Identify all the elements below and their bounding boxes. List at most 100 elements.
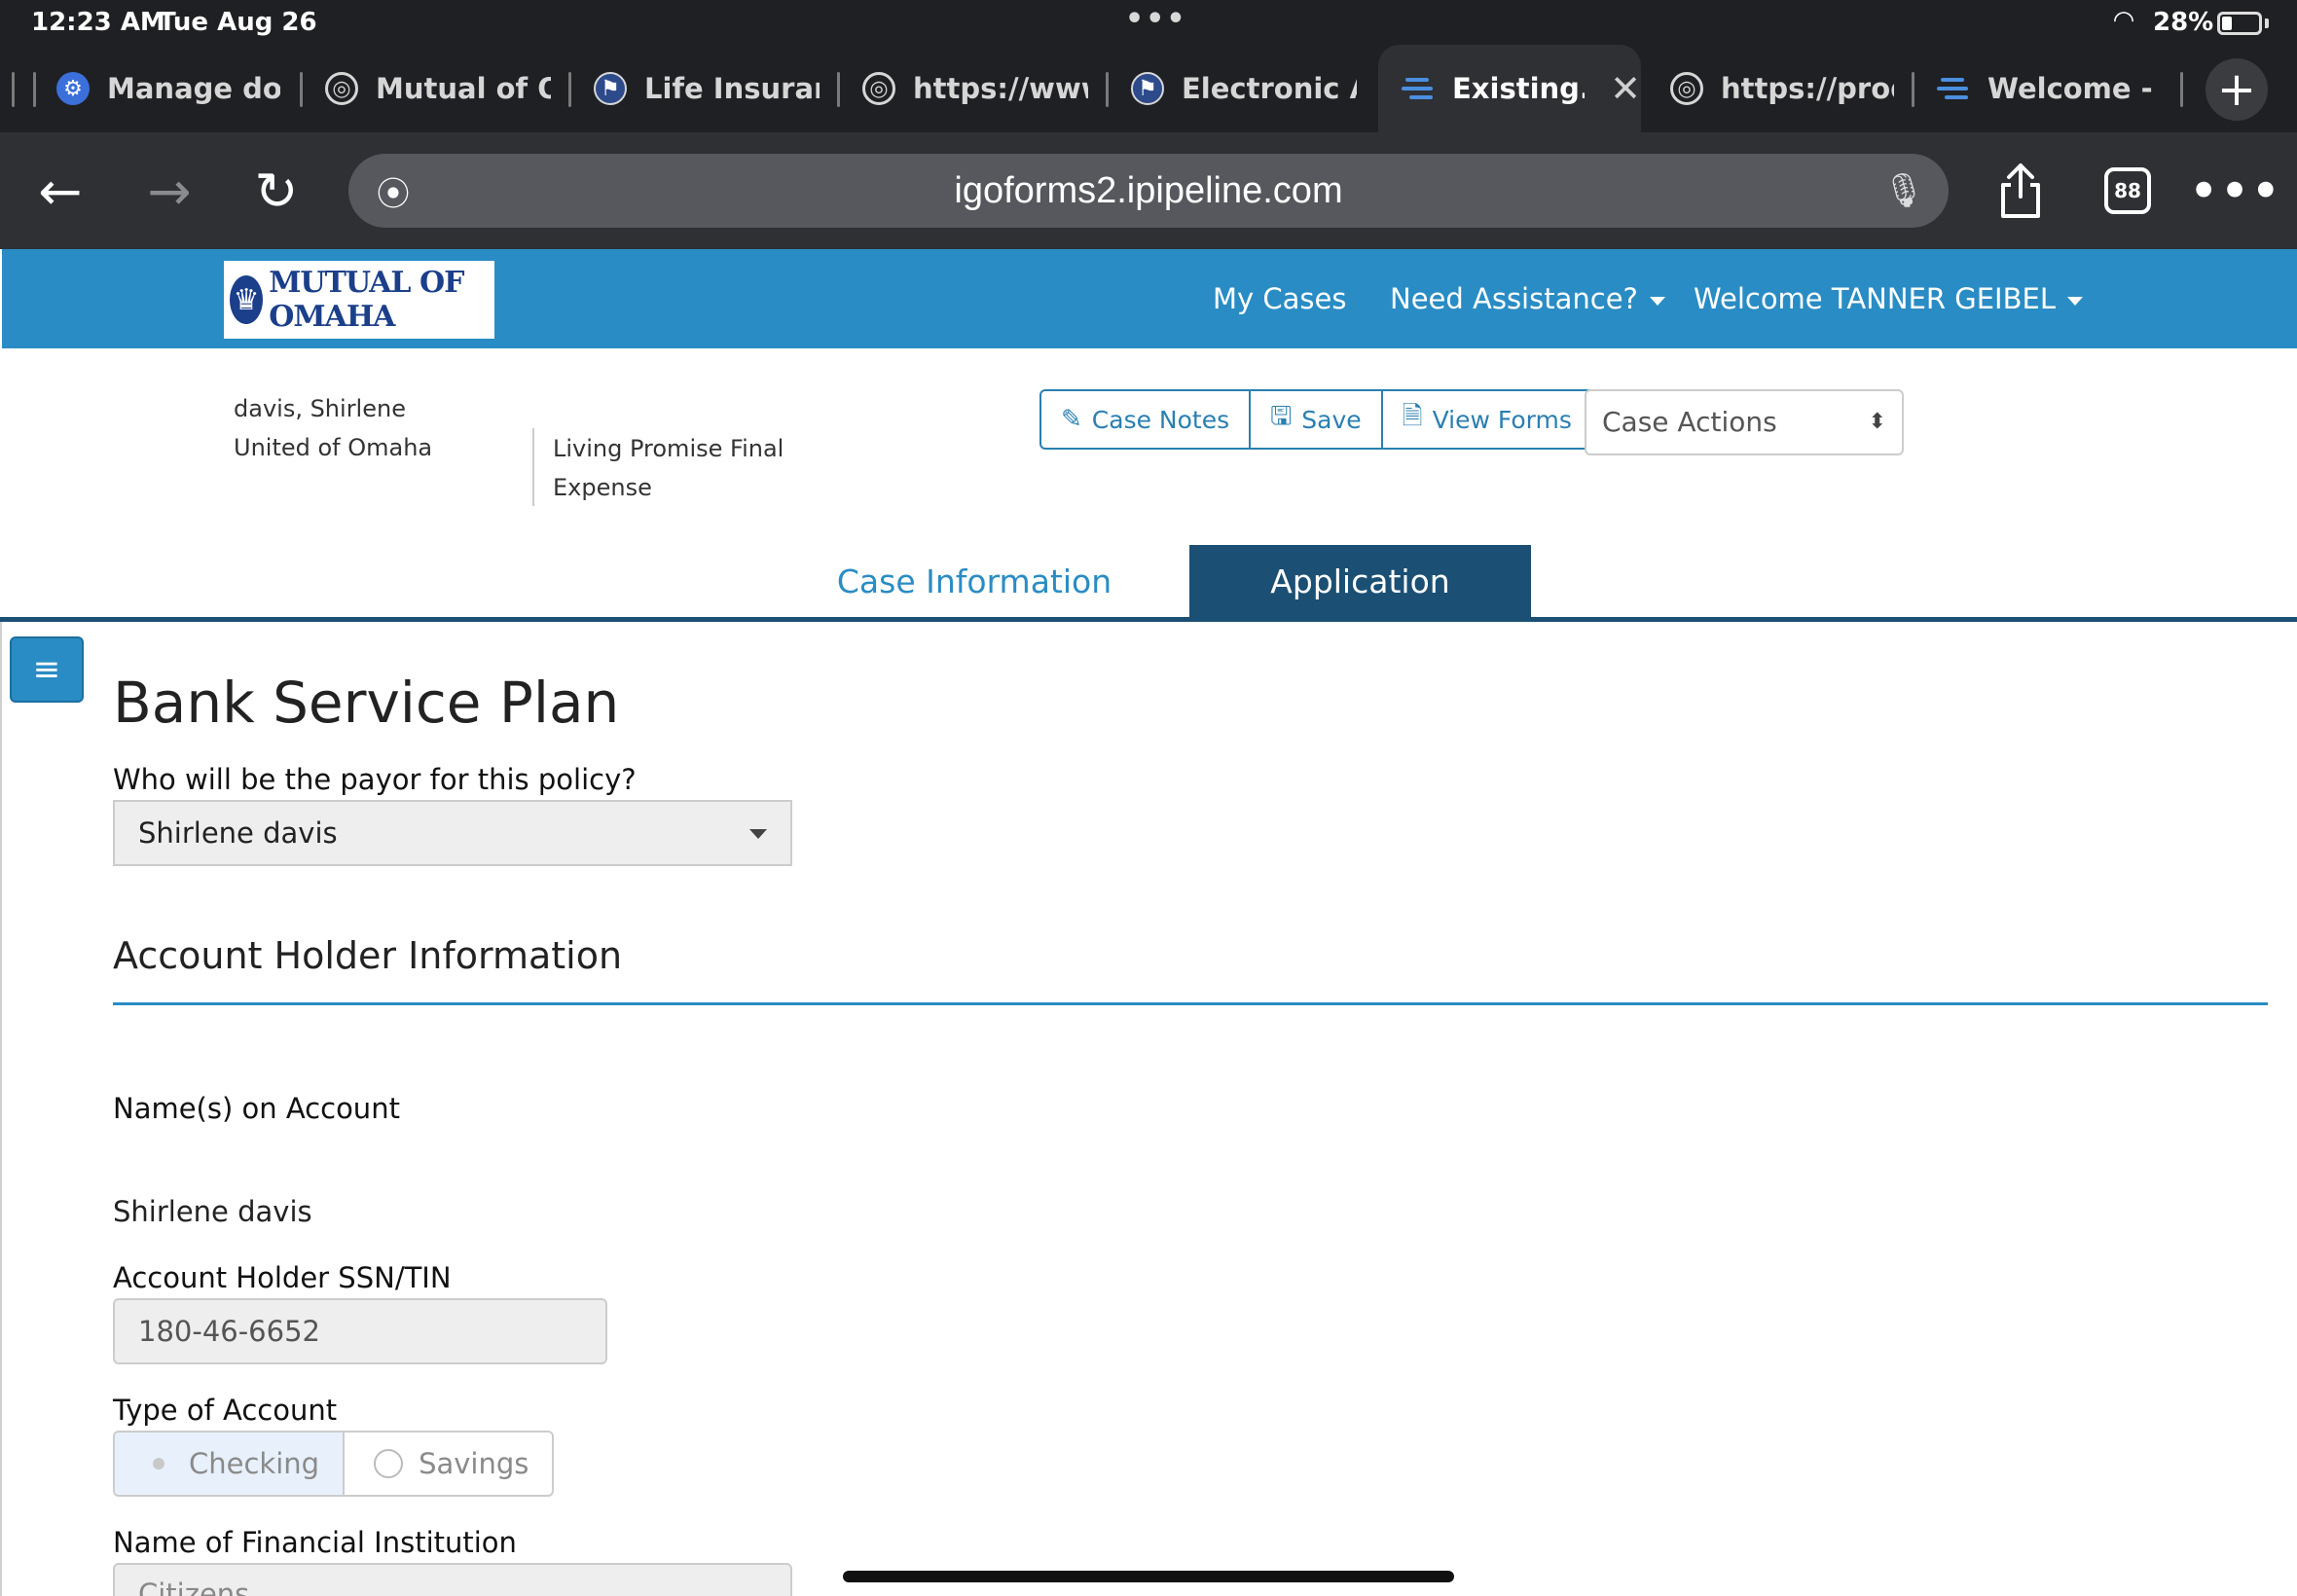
microphone-icon[interactable]: 🎙︎ [1880, 167, 1927, 214]
tab-separator [1912, 72, 1914, 107]
form-left-border [0, 622, 2, 1596]
nav-my-cases[interactable]: My Cases [1213, 249, 1346, 348]
browser-tab[interactable]: ◎ Mutual of Or [325, 45, 551, 132]
lens-scan-icon[interactable]: ⦿ [370, 167, 417, 214]
page-title: Bank Service Plan [113, 670, 620, 736]
tab-separator [2180, 72, 2183, 107]
pdf-file-icon: 🗎︎ [1402, 402, 1423, 431]
tab-label: Welcome - if [1987, 72, 2161, 105]
browser-tab[interactable]: ⚙ Manage dom [56, 45, 280, 132]
forward-arrow-icon[interactable]: → [134, 156, 204, 226]
tab-close-icon[interactable]: ✕ [1610, 67, 1641, 110]
tab-label: Manage dom [107, 72, 280, 105]
globe-icon: ◎ [1670, 72, 1703, 105]
status-time: 12:23 AM [31, 8, 165, 37]
tab-strip: ⚙ Manage dom ◎ Mutual of Or ⚑ Life Insur… [0, 45, 2297, 132]
new-tab-button[interactable]: + [2206, 58, 2268, 121]
nav-user-menu[interactable]: Welcome TANNER GEIBEL [1694, 249, 2083, 348]
nav-need-assistance[interactable]: Need Assistance? [1390, 249, 1665, 348]
battery-percent: 28% [2153, 8, 2214, 37]
home-indicator[interactable] [843, 1571, 1454, 1582]
case-notes-label: Case Notes [1091, 405, 1230, 434]
tab-separator [568, 72, 571, 107]
battery-icon [2217, 12, 2262, 35]
tab-separator [12, 72, 15, 107]
browser-tab[interactable]: ◎ https://www [862, 45, 1088, 132]
browser-chrome: 12:23 AM Tue Aug 26 ••• ◠ 28% ⚙ Manage d… [0, 0, 2297, 132]
url-text[interactable]: igoforms2.ipipeline.com [348, 154, 1949, 228]
case-divider [532, 428, 534, 506]
view-forms-label: View Forms [1432, 405, 1572, 434]
account-type-radio-group: Checking Savings [113, 1431, 555, 1497]
browser-tab[interactable]: ◎ https://prod [1670, 45, 1894, 132]
radio-savings-label: Savings [419, 1447, 529, 1480]
client-name: davis, Shirlene [234, 395, 406, 422]
tab-switcher-icon[interactable]: 88 [2104, 167, 2151, 214]
share-icon[interactable] [1986, 156, 2056, 226]
save-button[interactable]: 🖫︎ Save [1251, 391, 1383, 448]
ssn-label: Account Holder SSN/TIN [113, 1261, 452, 1294]
address-bar[interactable]: igoforms2.ipipeline.com ⦿ 🎙︎ [348, 154, 1949, 228]
account-holder-heading: Account Holder Information [113, 934, 623, 977]
payor-select[interactable]: Shirlene davis [113, 800, 792, 866]
welcome-prefix: Welcome [1694, 282, 1823, 315]
case-button-group: ✎ Case Notes 🖫︎ Save 🗎︎ View Forms [1039, 389, 1593, 450]
ssn-input[interactable]: 180-46-6652 [113, 1298, 607, 1364]
hamburger-menu-icon[interactable]: ≡ [10, 636, 84, 703]
edit-note-icon: ✎ [1061, 405, 1082, 434]
radio-empty-icon [374, 1449, 404, 1478]
case-actions-select[interactable]: Case Actions ⬍ [1585, 389, 1904, 455]
tab-case-information[interactable]: Case Information [814, 545, 1135, 619]
tab-separator [300, 72, 303, 107]
lines-icon [1937, 72, 1970, 105]
browser-tab[interactable]: ⚑ Electronic A [1131, 45, 1357, 132]
browser-toolbar: ← → ↻ igoforms2.ipipeline.com ⦿ 🎙︎ 88 ••… [0, 132, 2297, 249]
tab-label: Life Insuranc [644, 72, 820, 105]
battery-tip [2265, 18, 2269, 28]
mutual-logo-icon: ⚑ [1131, 72, 1164, 105]
case-notes-button[interactable]: ✎ Case Notes [1041, 391, 1252, 448]
status-bar: 12:23 AM Tue Aug 26 ••• ◠ 28% [0, 0, 2297, 45]
tab-label: Existing. [1452, 72, 1586, 105]
radio-checking-label: Checking [189, 1447, 320, 1480]
tab-separator [33, 72, 36, 107]
multitask-dots-icon[interactable]: ••• [1125, 2, 1187, 36]
logo-text: MUTUAL OF OMAHA [269, 266, 464, 334]
up-down-chevron-icon: ⬍ [1868, 410, 1886, 434]
globe-icon: ◎ [862, 72, 895, 105]
tab-label: Mutual of Or [376, 72, 551, 105]
mutual-logo-icon: ⚑ [594, 72, 627, 105]
back-arrow-icon[interactable]: ← [25, 156, 95, 226]
tab-separator [837, 72, 840, 107]
wifi-icon: ◠ [2114, 6, 2133, 35]
save-label: Save [1301, 405, 1362, 434]
case-actions-label: Case Actions [1602, 406, 1777, 438]
company-logo[interactable]: ♛ MUTUAL OF OMAHA [224, 261, 494, 339]
product-name: Living Promise Final Expense [553, 435, 784, 501]
browser-tab[interactable]: ⚑ Life Insuranc [594, 45, 820, 132]
gear-blue-icon: ⚙ [56, 72, 90, 105]
carrier-company: United of Omaha [234, 434, 433, 461]
caret-down-icon [1649, 296, 1665, 306]
reload-icon[interactable]: ↻ [241, 156, 311, 226]
view-forms-button[interactable]: 🗎︎ View Forms [1383, 391, 1591, 448]
app-header: ♛ MUTUAL OF OMAHA My Cases Need Assistan… [0, 249, 2297, 348]
user-name: TANNER GEIBEL [1831, 282, 2056, 315]
radio-checking[interactable]: Checking [115, 1433, 346, 1495]
tab-separator [1106, 72, 1109, 107]
nav-need-assistance-label: Need Assistance? [1390, 282, 1638, 315]
institution-label: Name of Financial Institution [113, 1526, 517, 1559]
tab-application[interactable]: Application [1189, 545, 1531, 619]
status-date: Tue Aug 26 [159, 8, 317, 37]
names-on-account-label: Name(s) on Account [113, 1092, 400, 1125]
names-on-account-value: Shirlene davis [113, 1195, 312, 1228]
more-menu-icon[interactable]: ••• [2188, 156, 2281, 226]
institution-input[interactable]: Citizens [113, 1563, 792, 1596]
save-disk-icon: 🖫︎ [1270, 402, 1293, 431]
account-type-label: Type of Account [113, 1394, 338, 1427]
browser-tab[interactable]: Welcome - if [1937, 45, 2161, 132]
browser-tab-active[interactable]: Existing. ✕ [1378, 45, 1641, 132]
lion-logo-icon: ♛ [230, 275, 264, 324]
tabs-underline [0, 617, 2297, 622]
radio-savings[interactable]: Savings [345, 1433, 552, 1495]
